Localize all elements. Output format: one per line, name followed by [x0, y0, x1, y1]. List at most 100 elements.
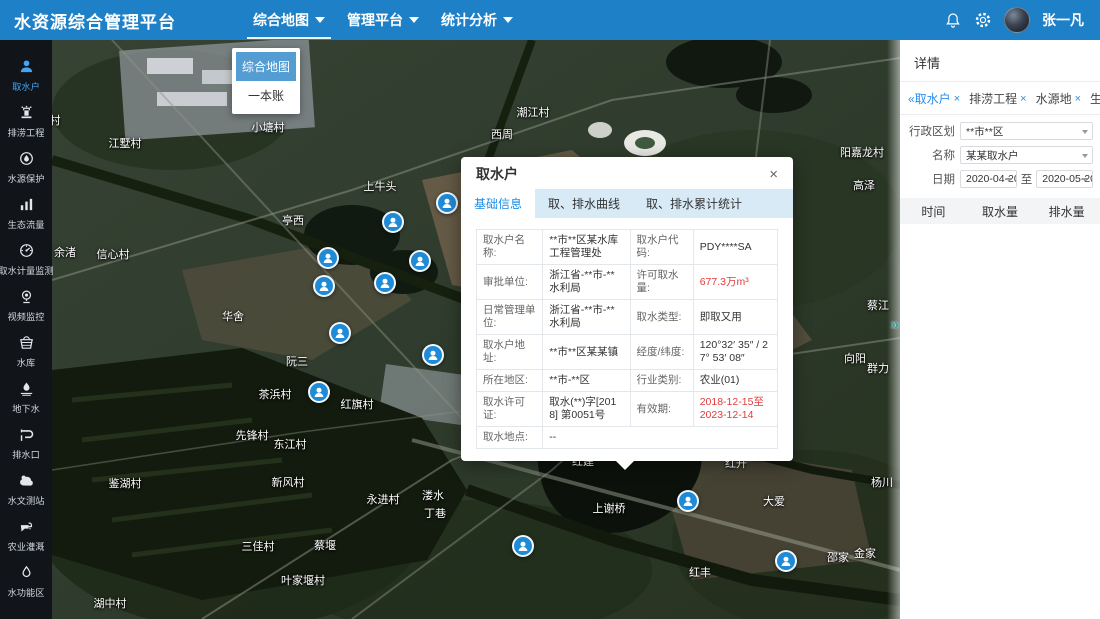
sidebar-item-视频监控[interactable]: 视频监控 — [0, 282, 52, 328]
panel-collapse-handle[interactable]: » — [891, 316, 899, 333]
sidebar-item-取水计量监测[interactable]: 取水计量监测 — [0, 236, 52, 282]
sidebar-item-排水口[interactable]: 排水口 — [0, 420, 52, 466]
sidebar-item-排涝工程[interactable]: 排涝工程 — [0, 98, 52, 144]
info-table-row: 日常管理单位:浙江省-**市-** 水利局取水类型:即取又用 — [477, 300, 778, 335]
panel-tab-label: «取水户 — [908, 90, 951, 107]
nav-item-0[interactable]: 综合地图 — [245, 0, 333, 40]
chart-icon — [18, 196, 35, 218]
intake-user-marker-5[interactable] — [374, 272, 396, 294]
intake-user-marker-1[interactable] — [436, 192, 458, 214]
gauge-icon — [18, 242, 35, 264]
close-icon[interactable]: × — [1020, 93, 1026, 105]
shield-drop-icon — [18, 150, 35, 172]
sidebar-item-水库[interactable]: 水库 — [0, 328, 52, 374]
region-select[interactable]: **市**区 — [960, 122, 1093, 140]
dropdown-item-1[interactable]: 一本账 — [236, 81, 296, 110]
intake-user-marker-8[interactable] — [308, 381, 330, 403]
sidebar-item-label: 水功能区 — [8, 588, 45, 598]
map-place-label: 华舍 — [222, 308, 244, 324]
panel-tab-label: 排涝工程 — [969, 90, 1017, 107]
region-label: 行政区划 — [907, 123, 955, 139]
intake-user-marker-0[interactable] — [382, 211, 404, 233]
info-label: 经度/纬度: — [630, 335, 693, 370]
sidebar-item-水功能区[interactable]: 水功能区 — [0, 558, 52, 604]
panel-tab-生态流[interactable]: 生态流 — [1090, 90, 1100, 107]
map-place-label: 邵家 — [827, 549, 849, 565]
modal-tab-1[interactable]: 取、排水曲线 — [535, 189, 633, 218]
map-place-label: 上牛头 — [364, 178, 397, 194]
sidebar-item-label: 水源保护 — [8, 174, 45, 184]
modal-tabs: 基础信息取、排水曲线取、排水累计统计 — [461, 189, 793, 218]
intake-user-info-tbody: 取水户名称:**市**区某水库 工程管理处取水户代码:PDY****SA审批单位… — [477, 230, 778, 449]
info-label: 取水户代码: — [630, 230, 693, 265]
intake-user-marker-4[interactable] — [313, 275, 335, 297]
intake-user-marker-7[interactable] — [422, 344, 444, 366]
map-place-label: 上谢桥 — [593, 500, 626, 516]
pump-icon — [18, 104, 35, 126]
chevron-down-icon — [315, 17, 325, 23]
name-label: 名称 — [907, 147, 955, 163]
panel-col-header-2: 排水量 — [1033, 203, 1100, 220]
close-icon[interactable]: × — [1075, 93, 1081, 105]
nav-item-1[interactable]: 管理平台 — [339, 0, 427, 40]
date-separator: 至 — [1021, 171, 1033, 187]
user-avatar[interactable] — [1004, 7, 1030, 33]
panel-tab-排涝工程[interactable]: 排涝工程× — [969, 90, 1026, 107]
info-label: 取水许可证: — [477, 392, 543, 427]
map-place-label: 亭西 — [282, 212, 304, 228]
nav-item-label: 管理平台 — [347, 10, 403, 30]
info-value: 即取又用 — [693, 300, 777, 335]
map-place-label: 小塘村 — [252, 119, 285, 135]
main-nav: 综合地图管理平台 统计分析 — [242, 0, 524, 40]
sidebar-item-水源保护[interactable]: 水源保护 — [0, 144, 52, 190]
panel-tab-水源地[interactable]: 水源地× — [1036, 90, 1081, 107]
map-place-label: 叶家堰村 — [281, 572, 325, 588]
modal-tab-2[interactable]: 取、排水累计统计 — [633, 189, 755, 218]
map-place-label: 群力 — [867, 360, 889, 376]
sidebar-item-水文测站[interactable]: 水文测站 — [0, 466, 52, 512]
info-label: 许可取水量: — [630, 265, 693, 300]
map-place-label: 信心村 — [97, 246, 130, 262]
user-name[interactable]: 张一凡 — [1042, 10, 1084, 30]
info-value: **市-**区 — [543, 370, 630, 392]
nav-item-2[interactable]: 统计分析 — [433, 0, 521, 40]
intake-user-marker-2[interactable] — [317, 247, 339, 269]
info-value: 取水(**)字[2018] 第0051号 — [543, 392, 630, 427]
info-value: **市**区某水库 工程管理处 — [543, 230, 630, 265]
intake-user-marker-12[interactable] — [512, 535, 534, 557]
modal-title: 取水户 — [476, 164, 518, 184]
modal-tab-0[interactable]: 基础信息 — [461, 189, 535, 218]
modal-close-icon[interactable]: × — [769, 167, 778, 182]
panel-table-header: 时间取水量排水量 — [900, 198, 1100, 224]
sidebar-item-地下水[interactable]: 地下水 — [0, 374, 52, 420]
weather-icon — [18, 472, 35, 494]
bell-icon[interactable] — [944, 11, 962, 29]
sidebar-item-农业灌溉[interactable]: 农业灌溉 — [0, 512, 52, 558]
info-value: **市**区某某镇 — [543, 335, 630, 370]
sidebar-item-label: 排涝工程 — [8, 128, 45, 138]
map-place-label: 余渚 — [54, 244, 76, 260]
map-place-label: 东江村 — [274, 436, 307, 452]
map-panel-divider: » — [887, 40, 900, 619]
chevron-down-icon — [409, 17, 419, 23]
water-zone-icon — [18, 564, 35, 586]
date-from-select[interactable]: 2020-04-20 — [960, 170, 1017, 188]
panel-tab-label: 水源地 — [1036, 90, 1072, 107]
chevron-down-icon — [503, 17, 513, 23]
info-table-row: 审批单位:浙江省-**市-** 水利局许可取水量:677.3万m³ — [477, 265, 778, 300]
info-value: 677.3万m³ — [693, 265, 777, 300]
map-area[interactable]: » 取水户 × 基础信息取、排水曲线取、排水累计统计 取水户名称:**市**区某… — [52, 40, 900, 619]
gear-icon[interactable] — [974, 11, 992, 29]
sidebar-item-取水户[interactable]: 取水户 — [0, 52, 52, 98]
info-label: 有效期: — [630, 392, 693, 427]
intake-user-marker-11[interactable] — [677, 490, 699, 512]
panel-tab-取水户[interactable]: «取水户× — [908, 90, 960, 107]
intake-user-marker-3[interactable] — [409, 250, 431, 272]
intake-user-marker-6[interactable] — [329, 322, 351, 344]
close-icon[interactable]: × — [954, 93, 960, 105]
sidebar-item-生态流量[interactable]: 生态流量 — [0, 190, 52, 236]
dropdown-item-0[interactable]: 综合地图 — [236, 52, 296, 81]
name-select[interactable]: 某某取水户 — [960, 146, 1093, 164]
date-to-select[interactable]: 2020-05-20 — [1036, 170, 1093, 188]
intake-user-marker-13[interactable] — [775, 550, 797, 572]
